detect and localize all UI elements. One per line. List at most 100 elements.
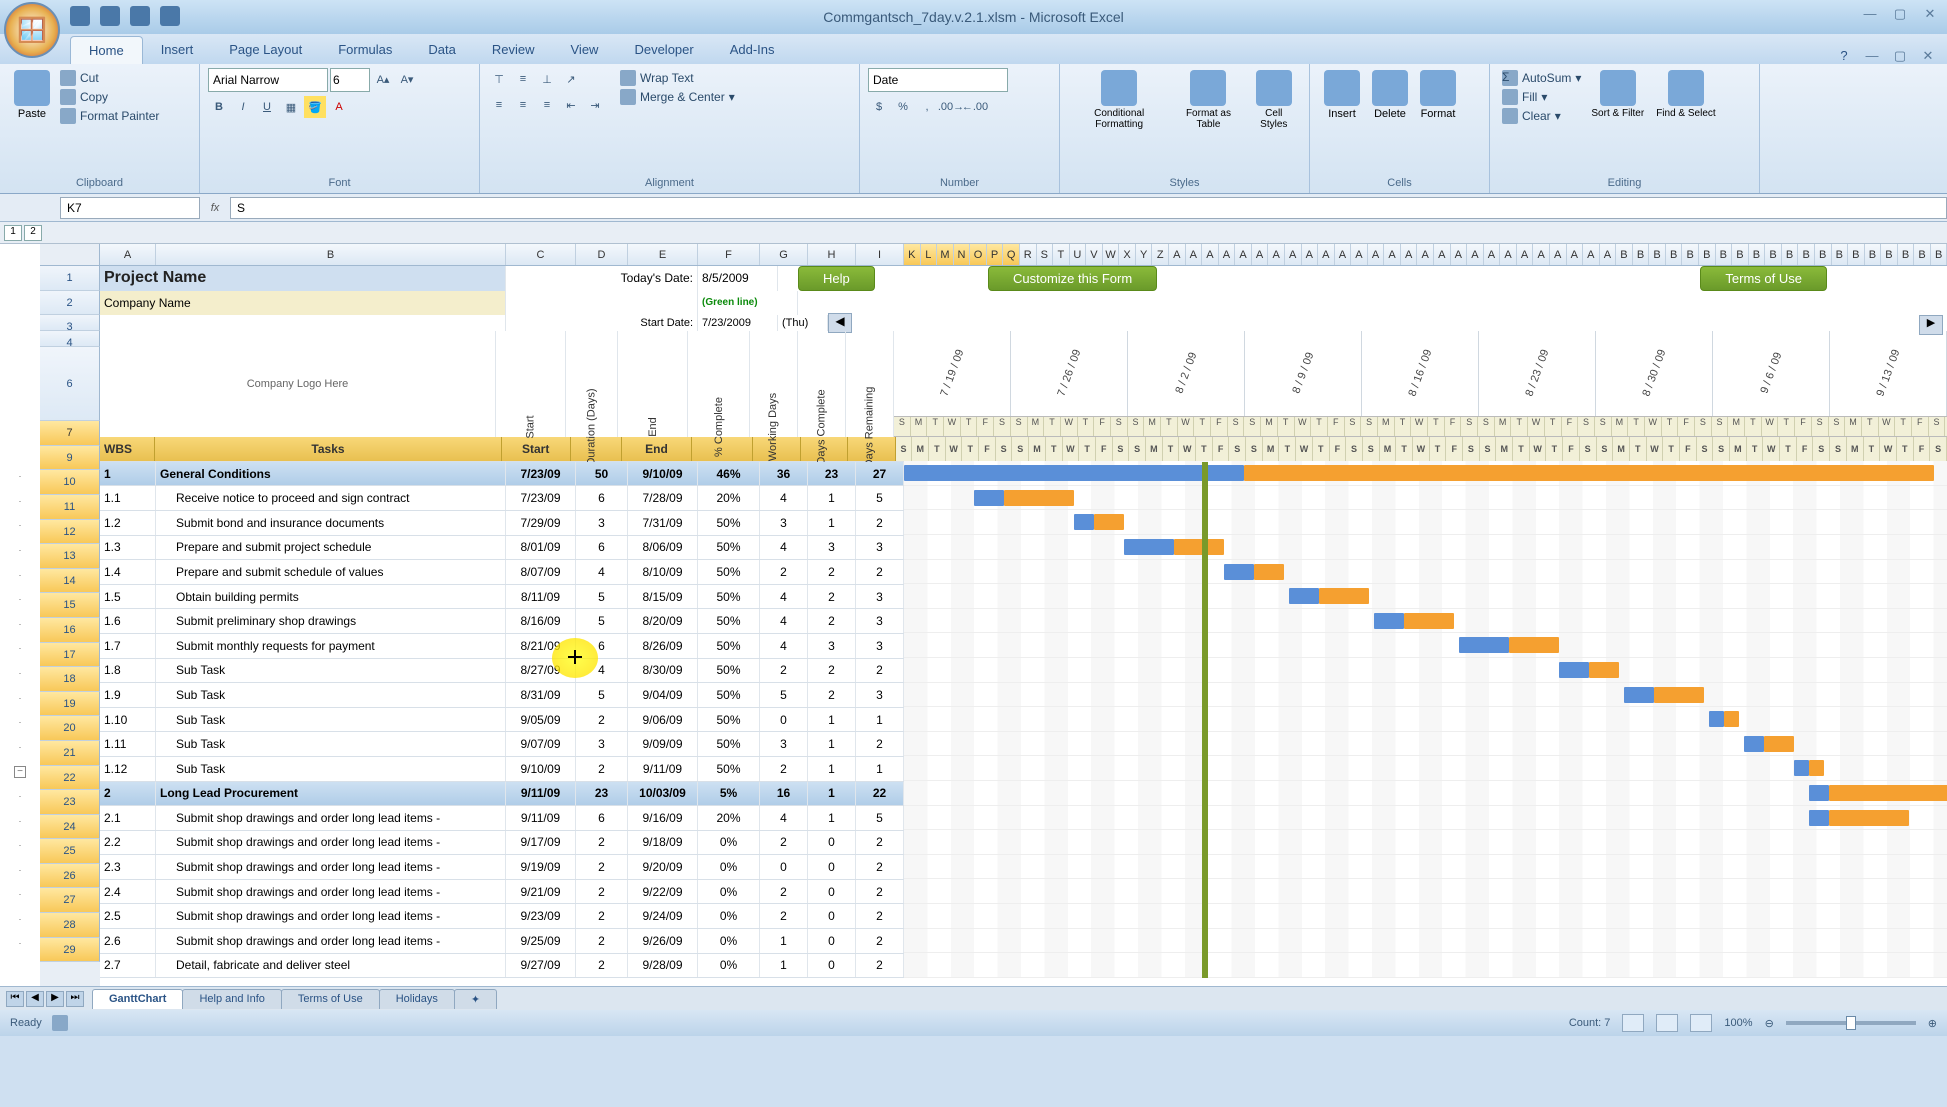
start-cell[interactable]: 9/07/09 [506, 732, 576, 756]
col-header-gantt-16[interactable]: A [1169, 244, 1186, 265]
doc-minimize-button[interactable]: — [1863, 48, 1881, 64]
wbs-cell[interactable]: 2 [100, 782, 156, 806]
col-header-gantt-45[interactable]: B [1649, 244, 1666, 265]
task-cell[interactable]: Sub Task [156, 683, 506, 707]
row-header-23[interactable]: 23 [40, 790, 100, 815]
row-header-22[interactable]: 22 [40, 766, 100, 791]
duration-cell[interactable]: 50 [576, 462, 628, 486]
align-middle-button[interactable]: ≡ [512, 68, 534, 90]
sheet-nav-last[interactable]: ⏭ [66, 991, 84, 1007]
pct-cell[interactable]: 0% [698, 880, 760, 904]
days-complete-cell[interactable]: 23 [808, 462, 856, 486]
duration-cell[interactable]: 2 [576, 708, 628, 732]
gantt-bar[interactable] [1809, 785, 1829, 801]
outline-mark[interactable]: · [0, 570, 40, 595]
row-header-14[interactable]: 14 [40, 569, 100, 594]
duration-cell[interactable]: 6 [576, 634, 628, 658]
row-header-9[interactable]: 9 [40, 446, 100, 471]
outline-mark[interactable]: − [0, 766, 40, 791]
col-header-gantt-49[interactable]: B [1716, 244, 1733, 265]
todays-date-value[interactable]: 8/5/2009 [698, 266, 778, 291]
ribbon-tab-developer[interactable]: Developer [616, 36, 711, 64]
outline-mark[interactable]: · [0, 545, 40, 570]
gantt-bar[interactable] [1709, 711, 1724, 727]
wbs-cell[interactable]: 2.4 [100, 880, 156, 904]
pct-cell[interactable]: 20% [698, 486, 760, 510]
end-cell[interactable]: 8/20/09 [628, 609, 698, 633]
col-header-gantt-6[interactable]: Q [1003, 244, 1020, 265]
task-cell[interactable]: Submit monthly requests for payment [156, 634, 506, 658]
start-cell[interactable]: 8/21/09 [506, 634, 576, 658]
sheet-tab-terms-of-use[interactable]: Terms of Use [281, 989, 380, 1009]
outline-mark[interactable]: · [0, 668, 40, 693]
row-header-1[interactable]: 1 [40, 266, 100, 291]
pct-cell[interactable]: 50% [698, 536, 760, 560]
days-complete-cell[interactable]: 0 [808, 929, 856, 953]
col-header-gantt-38[interactable]: A [1533, 244, 1550, 265]
wbs-cell[interactable]: 2.2 [100, 831, 156, 855]
wbs-cell[interactable]: 1.9 [100, 683, 156, 707]
duration-cell[interactable]: 3 [576, 511, 628, 535]
working-days-cell[interactable]: 4 [760, 536, 808, 560]
italic-button[interactable]: I [232, 96, 254, 118]
align-right-button[interactable]: ≡ [536, 94, 558, 116]
working-days-cell[interactable]: 3 [760, 511, 808, 535]
zoom-slider[interactable] [1786, 1021, 1916, 1025]
start-cell[interactable]: 7/23/09 [506, 462, 576, 486]
col-header-gantt-59[interactable]: B [1881, 244, 1898, 265]
row-header-29[interactable]: 29 [40, 938, 100, 963]
working-days-cell[interactable]: 4 [760, 486, 808, 510]
wbs-cell[interactable]: 2.1 [100, 806, 156, 830]
row-header-11[interactable]: 11 [40, 495, 100, 520]
col-header-gantt-41[interactable]: A [1583, 244, 1600, 265]
wrap-text-button[interactable]: Wrap Text [620, 70, 735, 86]
row-header-16[interactable]: 16 [40, 618, 100, 643]
col-header-gantt-8[interactable]: S [1037, 244, 1054, 265]
col-header-gantt-36[interactable]: A [1500, 244, 1517, 265]
col-header-gantt-1[interactable]: L [921, 244, 938, 265]
outline-mark[interactable]: · [0, 791, 40, 816]
duration-cell[interactable]: 6 [576, 536, 628, 560]
wbs-cell[interactable]: 2.5 [100, 904, 156, 928]
company-name-cell[interactable]: Company Name [100, 291, 506, 316]
wbs-cell[interactable]: 1.12 [100, 757, 156, 781]
font-color-button[interactable]: A [328, 96, 350, 118]
days-complete-cell[interactable]: 1 [808, 486, 856, 510]
ribbon-tab-page-layout[interactable]: Page Layout [211, 36, 320, 64]
start-cell[interactable]: 9/27/09 [506, 954, 576, 978]
row-header-21[interactable]: 21 [40, 741, 100, 766]
duration-cell[interactable]: 2 [576, 831, 628, 855]
duration-cell[interactable]: 2 [576, 757, 628, 781]
task-cell[interactable]: Sub Task [156, 732, 506, 756]
outline-mark[interactable]: · [0, 914, 40, 939]
gantt-bar[interactable] [1174, 539, 1224, 555]
format-painter-button[interactable]: Format Painter [60, 108, 159, 124]
working-days-cell[interactable]: 5 [760, 683, 808, 707]
days-complete-cell[interactable]: 0 [808, 831, 856, 855]
pct-cell[interactable]: 0% [698, 954, 760, 978]
duration-cell[interactable]: 2 [576, 855, 628, 879]
duration-cell[interactable]: 2 [576, 880, 628, 904]
start-cell[interactable]: 9/25/09 [506, 929, 576, 953]
col-header-E[interactable]: E [628, 244, 698, 265]
gantt-bar[interactable] [1319, 588, 1369, 604]
end-cell[interactable]: 8/26/09 [628, 634, 698, 658]
fill-color-button[interactable]: 🪣 [304, 96, 326, 118]
zoom-in-button[interactable]: ⊕ [1928, 1017, 1937, 1030]
pct-cell[interactable]: 0% [698, 904, 760, 928]
working-days-cell[interactable]: 36 [760, 462, 808, 486]
outline-mark[interactable]: · [0, 816, 40, 841]
col-header-gantt-40[interactable]: A [1567, 244, 1584, 265]
page-break-view-button[interactable] [1690, 1014, 1712, 1032]
format-as-table-button[interactable]: Format as Table [1170, 68, 1246, 132]
gantt-bar[interactable] [1829, 810, 1909, 826]
gantt-bar[interactable] [1124, 539, 1174, 555]
working-days-cell[interactable]: 2 [760, 659, 808, 683]
task-cell[interactable]: Submit shop drawings and order long lead… [156, 855, 506, 879]
pct-cell[interactable]: 5% [698, 782, 760, 806]
row-header-19[interactable]: 19 [40, 692, 100, 717]
gantt-bar[interactable] [1374, 613, 1404, 629]
col-header-gantt-50[interactable]: B [1732, 244, 1749, 265]
start-cell[interactable]: 8/27/09 [506, 659, 576, 683]
sheet-nav-first[interactable]: ⏮ [6, 991, 24, 1007]
